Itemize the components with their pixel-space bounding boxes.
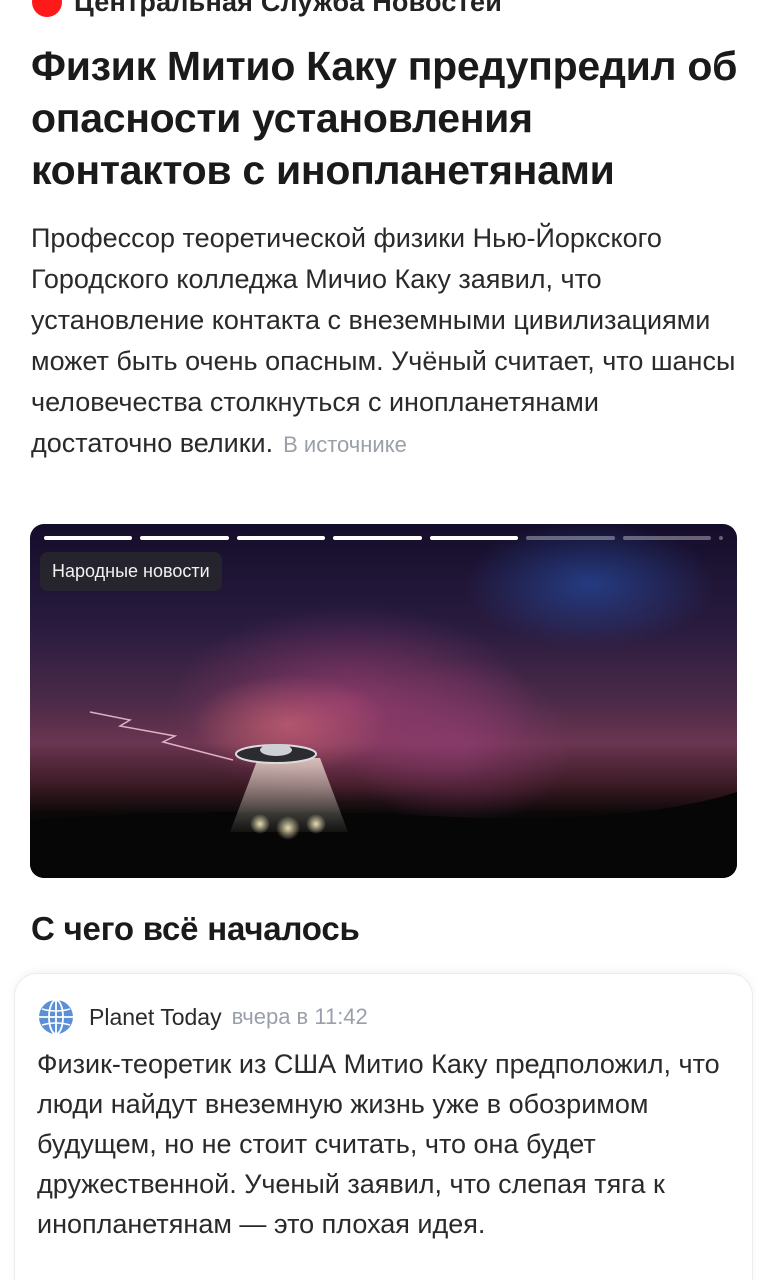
story-progress-segment <box>622 536 711 540</box>
story-progress-segment <box>236 536 326 540</box>
globe-icon <box>39 999 73 1035</box>
source-header[interactable]: Центральная Служба Новостей <box>32 0 502 18</box>
story-viewer[interactable]: Народные новости <box>30 524 737 878</box>
story-progress-segment <box>718 536 723 540</box>
story-progress-segment <box>140 536 229 540</box>
story-progress-segment <box>333 536 422 540</box>
summary-text: Профессор теоретической физики Нью-Йоркс… <box>31 223 736 458</box>
source-link[interactable]: В источнике <box>283 432 407 457</box>
article-headline: Физик Митио Каку предупредил об опасност… <box>31 43 738 193</box>
story-progress-segment <box>429 536 519 540</box>
card-timestamp: вчера в 11:42 <box>231 1004 368 1029</box>
card-meta: Planet Today вчера в 11:42 <box>37 998 368 1036</box>
story-progress <box>44 536 723 540</box>
article-summary: Профессор теоретической физики Нью-Йоркс… <box>31 218 746 465</box>
card-text: Физик-теоретик из США Митио Каку предпол… <box>37 1049 720 1239</box>
story-progress-segment <box>44 536 133 540</box>
story-progress-segment <box>526 536 615 540</box>
related-news-card[interactable]: Planet Today вчера в 11:42 Физик-теорети… <box>15 974 752 1280</box>
source-logo <box>32 0 62 17</box>
story-source-badge[interactable]: Народные новости <box>40 552 222 591</box>
section-title: С чего всё началось <box>31 910 360 947</box>
source-name[interactable]: Центральная Служба Новостей <box>74 0 502 18</box>
card-source-name[interactable]: Planet Today <box>89 1004 222 1031</box>
